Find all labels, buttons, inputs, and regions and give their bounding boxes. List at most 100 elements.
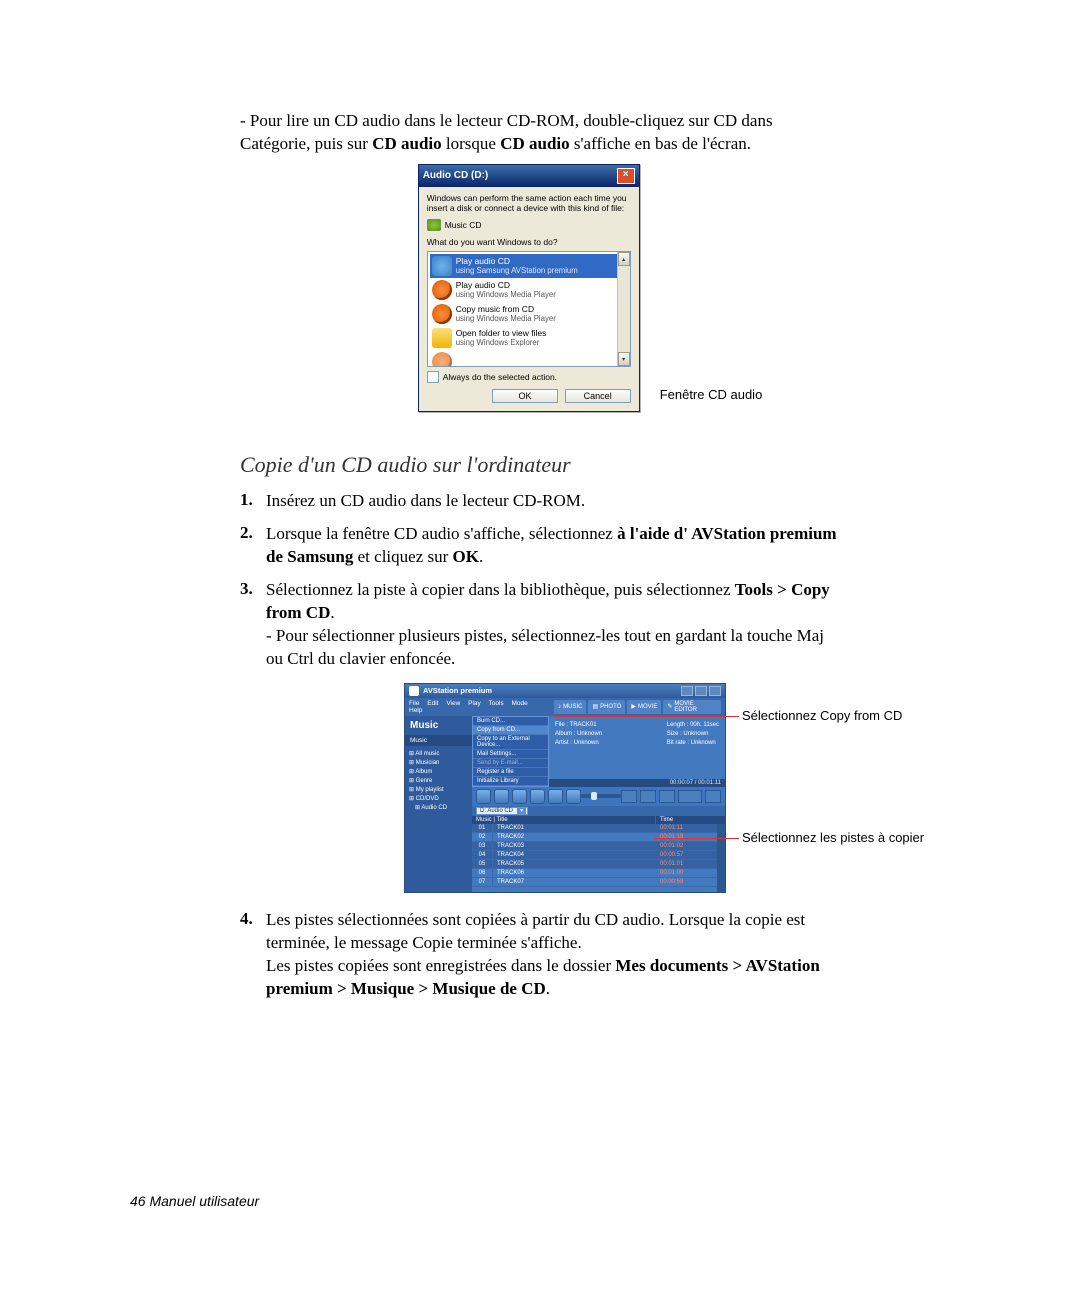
table-row: 05TRACK0500:01:01 (472, 860, 725, 869)
tree-item[interactable]: My playlist (409, 786, 468, 795)
dialog-prompt: What do you want Windows to do? (427, 237, 631, 247)
drive-selector-row: D: Audio CD (472, 806, 725, 816)
track-table[interactable]: 01TRACK0100:01:11 02TRACK0200:01:19 03TR… (472, 824, 725, 892)
play-icon[interactable] (476, 789, 491, 804)
tab-photo[interactable]: ▤ PHOTO (588, 700, 625, 714)
table-header: Music | TitleTime (472, 816, 725, 824)
wmp-icon (432, 304, 452, 324)
time-display: 00:00:07 / 00:01:11 (549, 779, 725, 787)
section-heading: Copie d'un CD audio sur l'ordinateur (240, 452, 840, 478)
scrollbar[interactable] (717, 824, 725, 892)
table-row: 06TRACK0600:01:00 (472, 869, 725, 878)
ok-button[interactable]: OK (492, 389, 558, 403)
action-icon (432, 352, 452, 367)
app-logo-icon (409, 686, 419, 696)
scrollbar[interactable]: ▴ ▾ (617, 252, 630, 366)
menu-item[interactable]: Mail Settings... (473, 750, 548, 759)
step-number: 1. (240, 490, 266, 513)
volume-slider[interactable] (581, 794, 621, 798)
maximize-icon[interactable] (695, 686, 707, 696)
annotation-copy-from-cd: Sélectionnez Copy from CD (742, 708, 902, 723)
menu-item[interactable]: Play (468, 700, 481, 707)
cancel-button[interactable]: Cancel (565, 389, 631, 403)
page-footer: 46 Manuel utilisateur (130, 1193, 259, 1209)
window-title: AVStation premium (423, 686, 492, 695)
drive-select[interactable]: D: Audio CD (476, 807, 528, 815)
stop-icon[interactable] (512, 789, 527, 804)
menu-item[interactable]: Edit (427, 700, 438, 707)
menu-item[interactable]: Burn CD... (473, 717, 548, 726)
list-item[interactable]: Play audio CDusing Samsung AVStation pre… (430, 254, 628, 278)
category-tree[interactable]: All music Musician Album Genre My playli… (405, 746, 472, 817)
settings-icon[interactable] (705, 790, 721, 803)
menu-item[interactable]: Copy to an External Device... (473, 735, 548, 750)
menu-item[interactable]: Help (409, 707, 422, 714)
list-item[interactable]: Play audio CDusing Windows Media Player (430, 278, 628, 302)
menu-item[interactable]: File (409, 700, 419, 707)
list-item[interactable]: Copy music from CDusing Windows Media Pl… (430, 302, 628, 326)
tree-item[interactable]: Genre (409, 777, 468, 786)
tree-item[interactable]: All music (409, 750, 468, 759)
menu-item-copy-from-cd[interactable]: Copy from CD... (473, 726, 548, 735)
music-cd-icon (427, 219, 441, 231)
next-icon[interactable] (530, 789, 545, 804)
shuffle-icon[interactable] (640, 790, 656, 803)
loop-icon[interactable] (659, 790, 675, 803)
table-row: 04TRACK0400:00:57 (472, 851, 725, 860)
menu-item[interactable]: Initialize Library (473, 777, 548, 786)
figure-caption: Fenêtre CD audio (660, 387, 763, 402)
table-row: 01TRACK0100:01:11 (472, 824, 725, 833)
step-number: 4. (240, 909, 266, 1001)
intro-paragraph: - Pour lire un CD audio dans le lecteur … (240, 110, 840, 156)
audio-cd-dialog: Audio CD (D:) × Windows can perform the … (418, 164, 640, 412)
scroll-up-icon[interactable]: ▴ (618, 252, 630, 266)
window-titlebar: AVStation premium (405, 684, 725, 698)
sidebar-heading: Music (405, 716, 472, 735)
dialog-title: Audio CD (D:) (423, 170, 489, 181)
prev-icon[interactable] (494, 789, 509, 804)
menu-bar[interactable]: File Edit View Play Tools Mode Help ♪ MU… (405, 698, 725, 716)
step-3: Sélectionnez la piste à copier dans la b… (266, 579, 840, 671)
close-icon[interactable] (709, 686, 721, 696)
list-item[interactable] (430, 350, 628, 367)
menu-item[interactable]: Tools (488, 700, 503, 707)
folder-icon (432, 328, 452, 348)
step-number: 2. (240, 523, 266, 569)
table-row: 07TRACK0700:00:59 (472, 878, 725, 887)
menu-item[interactable]: View (446, 700, 460, 707)
pause-icon[interactable] (548, 789, 563, 804)
menu-item: Send by E-mail... (473, 759, 548, 768)
tools-context-menu[interactable]: Burn CD... Copy from CD... Copy to an Ex… (472, 716, 549, 787)
annotation-select-tracks: Sélectionnez les pistes à copier (742, 830, 924, 845)
sidebar-subheading: Music (405, 735, 472, 746)
avstation-window: AVStation premium File Edit View Play T (404, 683, 726, 893)
tab-movie[interactable]: ▶ MOVIE (627, 700, 661, 714)
eject-icon[interactable] (566, 789, 581, 804)
tree-item[interactable]: CD/DVD (409, 795, 468, 804)
sidebar: Music Music All music Musician Album Gen… (405, 716, 472, 892)
action-listbox[interactable]: Play audio CDusing Samsung AVStation pre… (427, 251, 631, 367)
menu-item[interactable]: Mode (511, 700, 527, 707)
table-row: 03TRACK0300:01:02 (472, 842, 725, 851)
content-type: Music CD (427, 219, 631, 231)
view-icon[interactable] (678, 790, 702, 803)
step-1: Insérez un CD audio dans le lecteur CD-R… (266, 490, 840, 513)
list-item[interactable]: Open folder to view filesusing Windows E… (430, 326, 628, 350)
repeat-icon[interactable] (621, 790, 637, 803)
dialog-titlebar: Audio CD (D:) × (419, 165, 639, 187)
tree-item[interactable]: Musician (409, 759, 468, 768)
tab-movie-editor[interactable]: ✎ MOVIE EDITOR (663, 700, 721, 714)
close-icon[interactable]: × (617, 168, 635, 184)
tree-item[interactable]: Album (409, 768, 468, 777)
tree-item[interactable]: Audio CD (415, 804, 468, 813)
wmp-icon (432, 280, 452, 300)
dialog-message: Windows can perform the same action each… (427, 193, 631, 213)
player-toolbar (472, 787, 725, 806)
menu-item[interactable]: Register a file (473, 768, 548, 777)
minimize-icon[interactable] (681, 686, 693, 696)
scroll-down-icon[interactable]: ▾ (618, 352, 630, 366)
tab-music[interactable]: ♪ MUSIC (554, 700, 586, 714)
avstation-icon (432, 256, 452, 276)
always-checkbox[interactable]: Always do the selected action. (427, 371, 631, 383)
checkbox-icon[interactable] (427, 371, 439, 383)
